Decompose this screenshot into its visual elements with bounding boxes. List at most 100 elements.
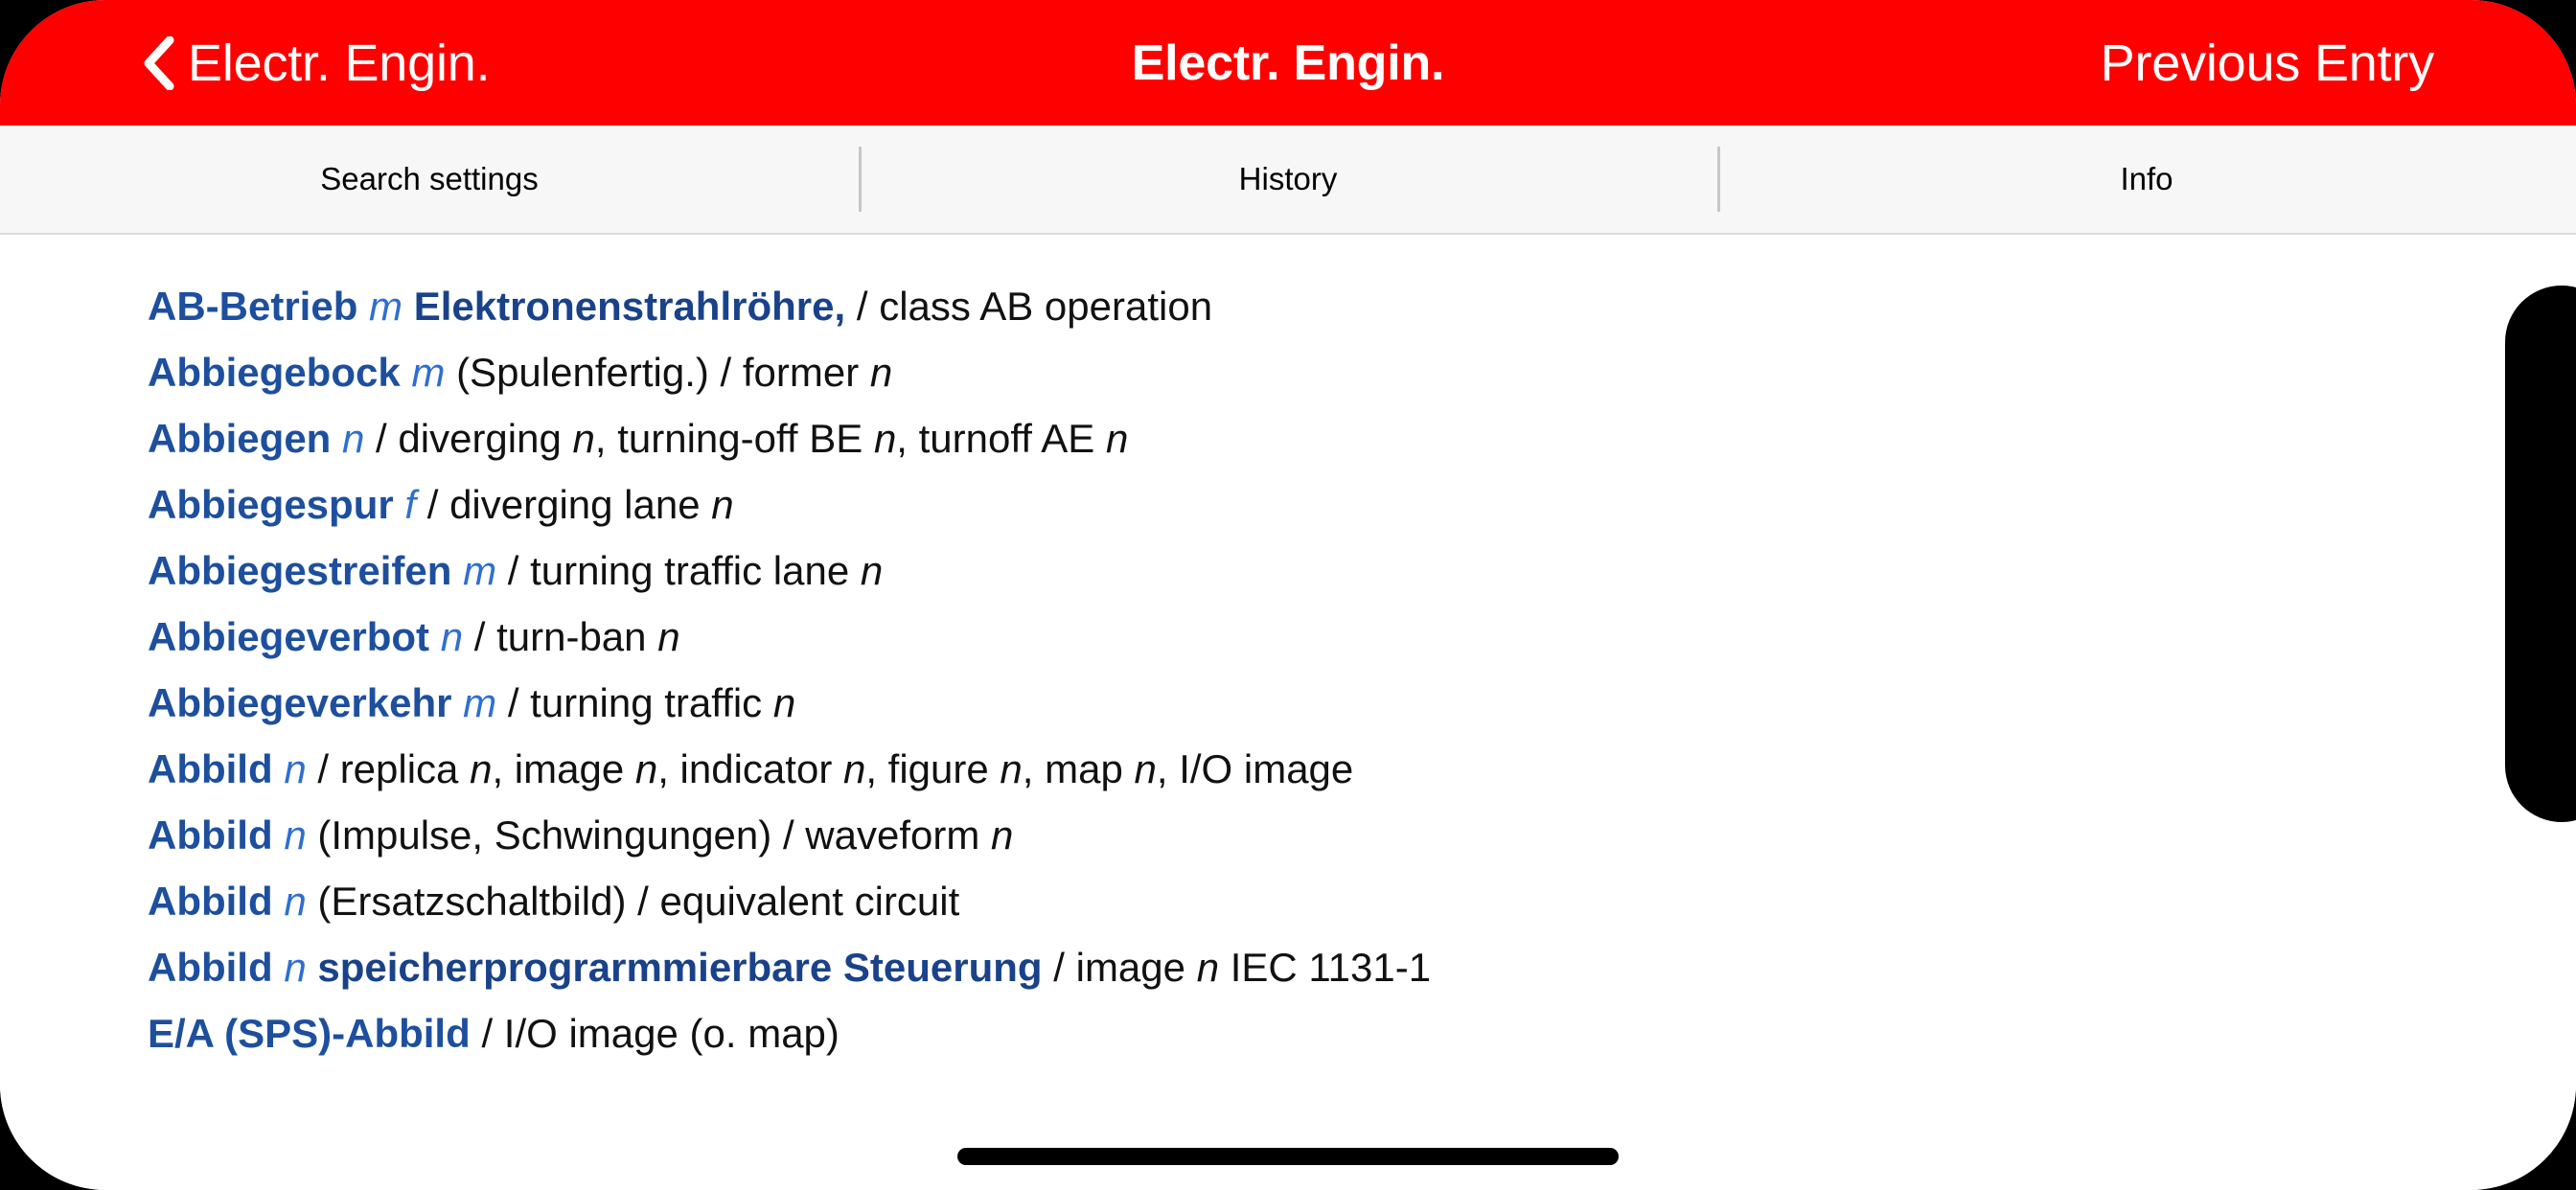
entry-separator: / xyxy=(507,680,519,725)
back-button-label: Electr. Engin. xyxy=(188,34,491,92)
entry-translation-rest: , turnoff AE xyxy=(896,416,1095,461)
entry-headword: Abbild xyxy=(148,945,273,990)
entry-translation-rest: , indicator xyxy=(657,746,833,791)
entry-translation: former xyxy=(742,350,860,395)
tab-search-settings[interactable]: Search settings xyxy=(0,126,859,233)
entry-gender: f xyxy=(404,482,417,527)
entry-separator: / xyxy=(637,879,649,924)
entry-translation-tag: n xyxy=(1196,945,1220,990)
entry-separator: / xyxy=(376,416,387,461)
dictionary-entry-list[interactable]: AB-Betrieb m Elektronenstrahlröhre, / cl… xyxy=(0,235,2576,1190)
entry-translation: turning traffic lane xyxy=(530,548,850,593)
entry-translation: I/O image (o. map) xyxy=(503,1011,840,1056)
entry-separator: / xyxy=(782,812,794,858)
entry-translation-rest: , figure xyxy=(865,746,989,791)
entry-translation-tag: n xyxy=(860,548,884,593)
entry-translation-tag: n xyxy=(572,416,595,461)
entry-separator: / xyxy=(481,1011,494,1056)
chevron-left-icon xyxy=(144,35,174,90)
entry-headword: Abbild xyxy=(148,746,273,791)
entry-separator: / xyxy=(473,614,486,659)
entry-headword: Abbiegen xyxy=(148,416,332,461)
list-item[interactable]: Abbiegebock m (Spulenfertig.) / former n xyxy=(148,339,2576,405)
list-item[interactable]: Abbild n (Impulse, Schwingungen) / wavef… xyxy=(148,802,2576,868)
entry-gender: m xyxy=(463,548,497,593)
entry-subject: speicherprograrmmierbare Steuerung xyxy=(317,945,1043,990)
tab-info-label: Info xyxy=(2120,161,2174,196)
list-item[interactable]: AB-Betrieb m Elektronenstrahlröhre, / cl… xyxy=(148,273,2576,339)
entry-translation: diverging xyxy=(398,416,562,461)
list-item[interactable]: Abbild n / replica n, image n, indicator… xyxy=(148,736,2576,802)
entry-headword: Abbiegebock xyxy=(148,350,401,395)
entry-headword: Abbiegeverbot xyxy=(148,614,430,659)
entry-headword: AB-Betrieb xyxy=(148,284,358,329)
entry-translation-tag: n xyxy=(772,680,796,725)
back-button[interactable]: Electr. Engin. xyxy=(142,0,491,126)
previous-entry-button[interactable]: Previous Entry xyxy=(2101,0,2435,126)
tab-history[interactable]: History xyxy=(859,126,1717,233)
tab-info[interactable]: Info xyxy=(1717,126,2576,233)
entry-translation-tag: n xyxy=(1106,416,1129,461)
entry-translation: equivalent circuit xyxy=(659,879,960,924)
tab-history-label: History xyxy=(1238,161,1338,196)
entry-translation: image xyxy=(1075,945,1186,990)
entry-translation: diverging lane xyxy=(449,482,701,527)
entry-translation-tag: n xyxy=(1134,746,1157,791)
list-item[interactable]: Abbild n speicherprograrmmierbare Steuer… xyxy=(148,934,2576,1000)
entry-translation-rest: , map xyxy=(1022,746,1123,791)
entry-translation-tag: n xyxy=(873,416,897,461)
entry-gender: m xyxy=(463,680,497,725)
entry-context: (Ersatzschaltbild) xyxy=(317,879,627,924)
tab-bar: Search settings History Info xyxy=(0,126,2576,235)
entry-gender: m xyxy=(411,350,446,395)
entry-translation-rest: , turning-off BE xyxy=(594,416,863,461)
entry-headword: Abbild xyxy=(148,812,273,858)
list-item[interactable]: Abbiegeverkehr m / turning traffic n xyxy=(148,670,2576,736)
entry-separator: / xyxy=(426,482,439,527)
entry-translation: replica xyxy=(339,746,459,791)
entry-gender: n xyxy=(284,812,307,858)
entry-separator: / xyxy=(317,746,330,791)
entry-translation: waveform xyxy=(805,812,980,858)
entry-translation-tag: n xyxy=(634,746,658,791)
entry-translation-tag: n xyxy=(470,746,493,791)
entry-translation: turning traffic xyxy=(530,680,763,725)
entry-context: (Spulenfertig.) xyxy=(456,350,709,395)
entry-translation-tag: n xyxy=(657,614,680,659)
entry-translation-tag: n xyxy=(869,350,893,395)
list-item[interactable]: Abbiegen n / diverging n, turning-off BE… xyxy=(148,405,2576,471)
list-item[interactable]: Abbiegespur f / diverging lane n xyxy=(148,471,2576,538)
list-item[interactable]: Abbiegestreifen m / turning traffic lane… xyxy=(148,538,2576,604)
entry-separator: / xyxy=(720,350,732,395)
entry-gender: n xyxy=(284,879,307,924)
entry-gender: n xyxy=(284,746,307,791)
list-item[interactable]: E/A (SPS)-Abbild / I/O image (o. map) xyxy=(148,1000,2576,1066)
entry-gender: n xyxy=(284,945,307,990)
entry-headword: Abbiegespur xyxy=(148,482,394,527)
entry-headword: Abbiegestreifen xyxy=(148,548,452,593)
list-item[interactable]: Abbiegeverbot n / turn-ban n xyxy=(148,604,2576,670)
list-item[interactable]: Abbild n (Ersatzschaltbild) / equivalent… xyxy=(148,868,2576,934)
entry-separator: / xyxy=(856,284,868,329)
entry-gender: m xyxy=(369,284,403,329)
entry-headword: E/A (SPS)-Abbild xyxy=(148,1011,471,1056)
home-indicator[interactable] xyxy=(957,1148,1619,1165)
device-screen: Electr. Engin. Electr. Engin. Previous E… xyxy=(0,0,2576,1190)
entry-translation: class AB operation xyxy=(879,284,1213,329)
entry-headword: Abbiegeverkehr xyxy=(148,680,452,725)
entry-gender: n xyxy=(342,416,365,461)
entry-translation-tag: n xyxy=(1000,746,1023,791)
entry-translation-tag: n xyxy=(842,746,866,791)
entry-translation-tag: n xyxy=(991,812,1014,858)
entry-separator: / xyxy=(1053,945,1065,990)
entry-context: (Impulse, Schwingungen) xyxy=(317,812,772,858)
entry-translation-rest: , image xyxy=(492,746,625,791)
entry-translation-tag: n xyxy=(711,482,734,527)
entry-translation-rest: , I/O image xyxy=(1156,746,1354,791)
entry-headword: Abbild xyxy=(148,879,273,924)
tab-search-settings-label: Search settings xyxy=(320,161,539,196)
entry-translation: turn-ban xyxy=(496,614,647,659)
entry-subject: Elektronenstrahlröhre, xyxy=(413,284,846,329)
entry-translation-rest: IEC 1131-1 xyxy=(1219,945,1432,990)
entry-gender: n xyxy=(440,614,464,659)
